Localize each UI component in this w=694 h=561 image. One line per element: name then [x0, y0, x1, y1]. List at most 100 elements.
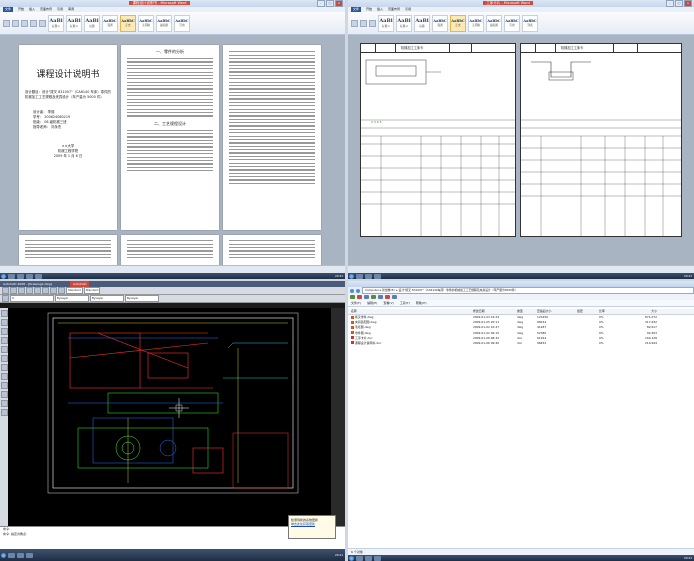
taskbar-app-icon[interactable]: [374, 555, 381, 561]
style-quote[interactable]: AaBbC 引用: [504, 14, 520, 32]
align-icon[interactable]: [39, 19, 46, 27]
tab-layout[interactable]: 页面布局: [388, 7, 400, 12]
bold-icon[interactable]: [360, 19, 367, 27]
close-button[interactable]: ×: [684, 0, 692, 7]
tab-layout[interactable]: 页面布局: [40, 7, 52, 12]
taskbar-app-icon[interactable]: [8, 273, 15, 279]
cover-page[interactable]: 课程设计说明书 设计题目：设计"拨叉 831007"（CA6140 车床）零件的…: [19, 45, 117, 230]
line-icon[interactable]: [0, 310, 8, 317]
copy-icon[interactable]: [0, 391, 8, 398]
layer-combo[interactable]: 0: [10, 295, 54, 302]
text-icon[interactable]: [0, 364, 8, 371]
menu-edit[interactable]: 编辑(E): [367, 300, 377, 306]
document-area[interactable]: 课程设计说明书 设计题目：设计"拨叉 831007"（CA6140 车床）零件的…: [0, 35, 345, 275]
taskbar-app-icon[interactable]: [8, 552, 15, 558]
style-nospacing[interactable]: AaBbC 无间隔: [138, 14, 154, 32]
minimize-button[interactable]: –: [666, 0, 674, 7]
col-type[interactable]: 类型: [517, 309, 537, 314]
style-heading2[interactable]: AaBl 标题 2: [66, 14, 82, 32]
tab-review[interactable]: 审阅: [68, 7, 74, 12]
col-blank[interactable]: [455, 309, 473, 314]
block-icon[interactable]: [0, 373, 8, 380]
trim-icon[interactable]: [0, 400, 8, 407]
style-subtitle[interactable]: AaBbC 副标题: [156, 14, 172, 32]
copy-icon[interactable]: [371, 295, 376, 299]
menu-view[interactable]: 查看(V): [383, 300, 393, 306]
taskbar-app-icon[interactable]: [365, 273, 372, 279]
paste-icon[interactable]: [3, 19, 10, 27]
menu-file[interactable]: 文件(F): [351, 300, 361, 306]
process-card-1[interactable]: 机械加工工序卡 2 3 4 5: [360, 43, 516, 237]
menu-tools[interactable]: 工具(T): [400, 300, 410, 306]
test-icon[interactable]: [364, 295, 369, 299]
hatch-icon[interactable]: [0, 355, 8, 362]
info-icon[interactable]: [392, 295, 397, 299]
taskbar-app-icon[interactable]: [356, 273, 363, 279]
col-encrypted[interactable]: 加密: [577, 309, 599, 314]
add-icon[interactable]: [350, 295, 355, 299]
dim-style-combo[interactable]: Standard: [83, 287, 101, 294]
back-icon[interactable]: [350, 288, 354, 293]
menu-help[interactable]: 帮助(H): [416, 300, 427, 306]
tab-file[interactable]: 文件: [3, 7, 14, 12]
taskbar-app-icon[interactable]: [35, 273, 42, 279]
style-heading2[interactable]: AaBl 标题 2: [396, 14, 412, 32]
move-icon[interactable]: [378, 295, 383, 299]
text-style-combo[interactable]: Standard: [66, 287, 83, 294]
taskbar-app-icon[interactable]: [26, 552, 33, 558]
color-combo[interactable]: ByLayer: [55, 295, 89, 302]
col-ratio[interactable]: 比率: [599, 309, 627, 314]
open-icon[interactable]: [10, 287, 17, 294]
tab-home[interactable]: 开始: [18, 7, 24, 12]
paste-icon[interactable]: [351, 19, 358, 27]
col-size[interactable]: 大小: [627, 309, 657, 314]
underline-icon[interactable]: [30, 19, 37, 27]
taskbar-app-icon[interactable]: [17, 552, 24, 558]
circle-icon[interactable]: [0, 328, 8, 335]
style-normal[interactable]: AaBbC 正文: [120, 14, 136, 32]
extend-icon[interactable]: [0, 409, 8, 416]
tab-insert[interactable]: 插入: [377, 7, 383, 12]
minimize-button[interactable]: –: [317, 0, 325, 7]
new-icon[interactable]: [2, 287, 9, 294]
taskbar-app-icon[interactable]: [26, 273, 33, 279]
bold-icon[interactable]: [12, 19, 19, 27]
tab-references[interactable]: 引用: [405, 7, 411, 12]
style-subtitle[interactable]: AaBbC 副标题: [486, 14, 502, 32]
notification-link[interactable]: 单击此处获取更新: [291, 522, 315, 526]
move-icon[interactable]: [0, 382, 8, 389]
style-emphasis[interactable]: AaBbC 强调: [102, 14, 118, 32]
linetype-combo[interactable]: ByLayer: [90, 295, 124, 302]
delete-icon[interactable]: [385, 295, 390, 299]
style-title[interactable]: AaBl 标题: [84, 14, 100, 32]
maximize-button[interactable]: □: [675, 0, 683, 7]
undo-icon[interactable]: [34, 287, 41, 294]
taskbar-app-icon[interactable]: [17, 273, 24, 279]
tab-home[interactable]: 开始: [366, 7, 372, 12]
print-icon[interactable]: [26, 287, 33, 294]
col-packed[interactable]: 压缩后大小: [537, 309, 577, 314]
doc-page-3[interactable]: [223, 45, 321, 230]
extract-icon[interactable]: [357, 295, 362, 299]
save-icon[interactable]: [18, 287, 25, 294]
start-icon[interactable]: [1, 552, 6, 558]
forward-icon[interactable]: [356, 288, 360, 293]
pan-icon[interactable]: [50, 287, 57, 294]
layer-icon[interactable]: [2, 295, 9, 302]
rectangle-icon[interactable]: [0, 346, 8, 353]
tab-references[interactable]: 引用: [57, 7, 63, 12]
taskbar-app-icon[interactable]: [365, 555, 372, 561]
style-normal[interactable]: AaBbC 正文: [450, 14, 466, 32]
cad-drawing-canvas[interactable]: [8, 308, 331, 527]
col-modified[interactable]: 修改日期: [473, 309, 517, 314]
style-heading1[interactable]: AaBl 标题 1: [48, 14, 64, 32]
lineweight-combo[interactable]: ByLayer: [125, 295, 159, 302]
start-icon[interactable]: [349, 555, 354, 561]
style-quote[interactable]: AaBbC 引用: [174, 14, 190, 32]
redo-icon[interactable]: [42, 287, 49, 294]
start-icon[interactable]: [349, 273, 354, 279]
update-notification[interactable]: 检测到新的系统更新 单击此处获取更新: [288, 515, 336, 539]
style-title[interactable]: AaBl 标题: [414, 14, 430, 32]
col-name[interactable]: 名称: [348, 309, 455, 314]
close-button[interactable]: ×: [335, 0, 343, 7]
